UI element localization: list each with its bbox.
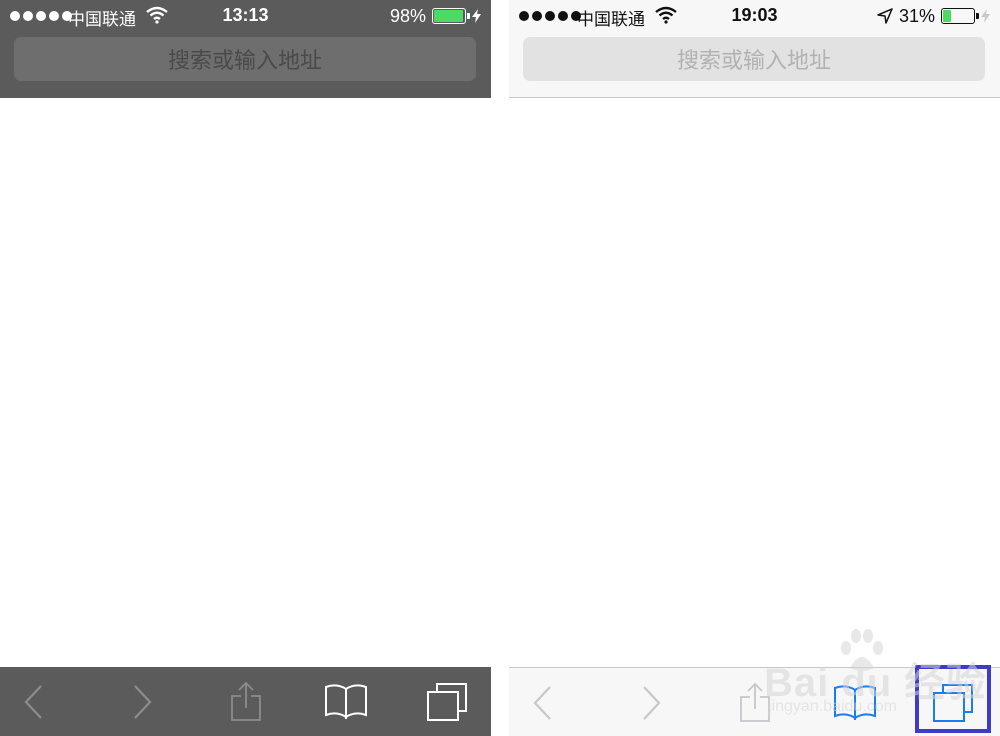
bookmarks-icon xyxy=(834,685,876,720)
forward-icon xyxy=(134,685,152,719)
bookmarks-button[interactable] xyxy=(833,682,877,724)
address-bar[interactable]: 搜索或输入地址 xyxy=(523,37,985,81)
share-icon xyxy=(231,681,261,721)
right-phone-screen: 中国联通 19:03 31% 搜索或输入地址 Bai du 经验 jingyan… xyxy=(509,0,1000,736)
back-button[interactable] xyxy=(12,681,56,723)
share-button[interactable] xyxy=(733,682,777,724)
back-icon xyxy=(533,686,551,720)
status-bar: 中国联通 19:03 31% xyxy=(509,0,1000,32)
address-bar[interactable]: 搜索或输入地址 xyxy=(14,37,476,81)
forward-button[interactable] xyxy=(120,681,164,723)
battery-level-fill xyxy=(434,10,464,22)
forward-button[interactable] xyxy=(629,682,673,724)
navigation-bar: 中国联通 13:13 98% 搜索或输入地址 xyxy=(0,0,491,98)
tabs-button-highlight xyxy=(915,665,991,733)
battery-percentage: 98% xyxy=(389,5,426,26)
address-placeholder: 搜索或输入地址 xyxy=(676,49,831,74)
back-button[interactable] xyxy=(521,682,565,724)
battery-level-fill xyxy=(943,10,951,22)
tabs-icon xyxy=(427,683,467,721)
share-icon xyxy=(740,682,770,722)
tabs-button[interactable] xyxy=(425,681,469,723)
battery-status: 98% xyxy=(390,5,481,27)
charging-bolt-icon xyxy=(981,9,990,23)
status-bar: 中国联通 13:13 98% xyxy=(0,0,491,32)
navigation-bar: 中国联通 19:03 31% 搜索或输入地址 xyxy=(509,0,1000,98)
bottom-toolbar xyxy=(0,667,491,736)
screenshot-divider xyxy=(491,0,509,736)
bookmarks-button[interactable] xyxy=(324,681,368,723)
charging-bolt-icon xyxy=(472,9,481,23)
forward-icon xyxy=(643,686,661,720)
battery-percentage: 31% xyxy=(898,5,935,26)
battery-icon xyxy=(941,8,979,24)
bookmarks-icon xyxy=(325,684,367,719)
left-phone-screen: 中国联通 13:13 98% 搜索或输入地址 xyxy=(0,0,491,736)
address-placeholder: 搜索或输入地址 xyxy=(167,49,322,74)
back-icon xyxy=(24,685,42,719)
battery-icon xyxy=(432,8,470,24)
share-button[interactable] xyxy=(224,681,268,723)
location-arrow-icon xyxy=(877,8,893,24)
battery-status: 31% xyxy=(877,5,990,27)
